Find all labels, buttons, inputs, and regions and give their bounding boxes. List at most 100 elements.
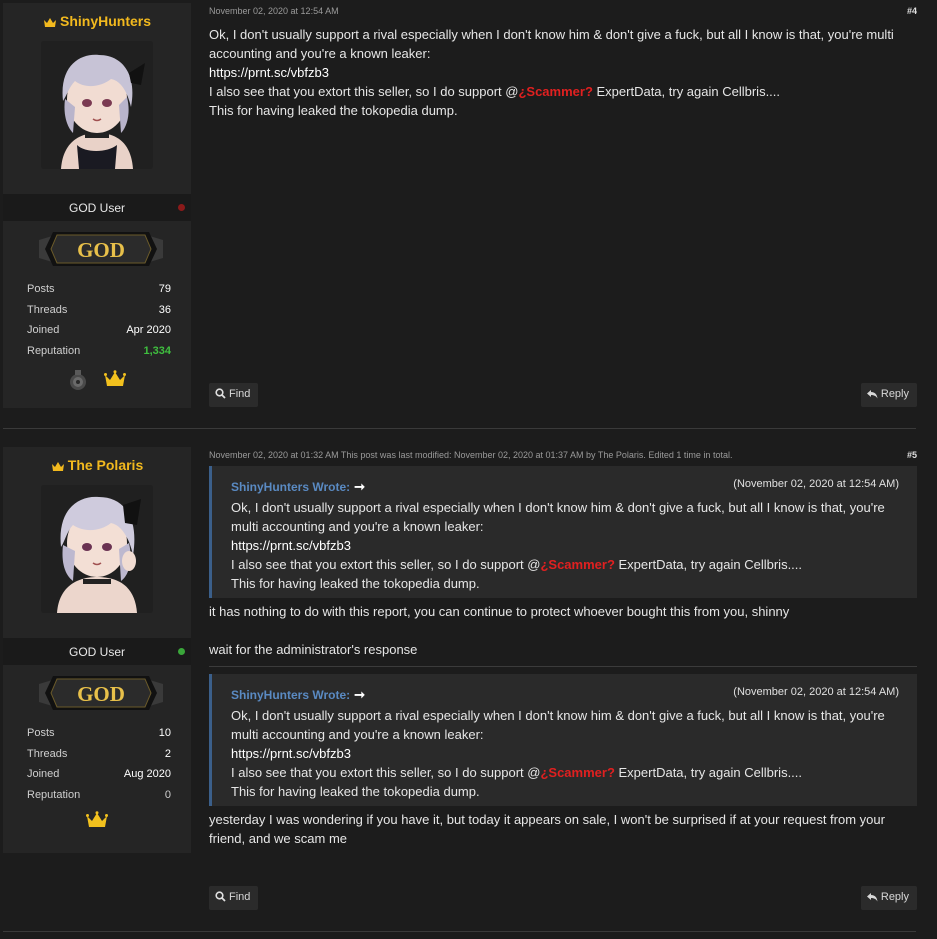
stat-label: Joined (27, 768, 60, 780)
crown-icon (43, 18, 56, 27)
scammer-tag[interactable]: ¿Scammer? (540, 557, 614, 572)
stat-joined: Joined Apr 2020 (27, 321, 171, 342)
author-username-text: The Polaris (67, 457, 144, 473)
author-sidebar: The Polaris GOD User GOD Posts 10 Thread… (3, 447, 191, 853)
stat-label: Reputation (27, 788, 81, 801)
author-stats: Posts 79 Threads 36 Joined Apr 2020 Repu… (27, 280, 171, 362)
reply-button[interactable]: Reply (860, 886, 917, 910)
quote-line: I also see that you extort this seller, … (231, 555, 899, 574)
user-title-bar: GOD User (3, 194, 191, 221)
post: The Polaris GOD User GOD Posts 10 Thread… (0, 444, 937, 914)
stat-label: Reputation (27, 344, 81, 357)
stat-value: Aug 2020 (123, 768, 171, 780)
author-stats: Posts 10 Threads 2 Joined Aug 2020 Reput… (27, 724, 171, 806)
stat-value[interactable]: 0 (165, 789, 171, 801)
user-title-bar: GOD User (3, 638, 191, 665)
quote-line: I also see that you extort this seller, … (231, 763, 899, 782)
quote-author[interactable]: ShinyHunters Wrote: ➞ (231, 477, 365, 497)
post-text: wait for the administrator's response (209, 642, 418, 657)
quote-line: This for having leaked the tokopedia dum… (231, 576, 480, 591)
award-icons (3, 811, 191, 835)
quote-line: Ok, I don't usually support a rival espe… (231, 500, 885, 534)
stat-threads: Threads 36 (27, 301, 171, 322)
find-button[interactable]: Find (209, 886, 259, 910)
stat-joined: Joined Aug 2020 (27, 765, 171, 786)
post: ShinyHunters GOD User GOD Posts 79 Threa… (0, 0, 937, 410)
reply-icon (866, 893, 878, 902)
stat-label: Posts (27, 283, 55, 295)
online-status-icon (178, 648, 185, 655)
post-text: it has nothing to do with this report, y… (209, 604, 790, 619)
scammer-tag[interactable]: ¿Scammer? (540, 765, 614, 780)
author-username[interactable]: ShinyHunters (3, 13, 191, 35)
quote-block: ShinyHunters Wrote: ➞ (November 02, 2020 … (209, 674, 917, 806)
find-button-label: Find (229, 388, 251, 400)
quote-text-segment: ExpertData, try again Cellbris.... (614, 557, 803, 572)
stat-value: Apr 2020 (126, 324, 171, 336)
quote-date: (November 02, 2020 at 12:54 AM) (733, 686, 899, 698)
user-title: GOD User (68, 201, 125, 215)
stat-label: Threads (27, 747, 68, 760)
external-link[interactable]: https://prnt.sc/vbfzb3 (231, 746, 351, 761)
crown-award-icon (86, 811, 108, 827)
stat-value[interactable]: 1,334 (143, 345, 171, 357)
stat-threads: Threads 2 (27, 745, 171, 766)
god-rank-badge-icon: GOD (39, 232, 163, 266)
stat-reputation: Reputation 0 (27, 786, 171, 807)
post-number[interactable]: #4 (907, 6, 917, 16)
avatar[interactable] (41, 485, 153, 613)
jump-to-post-arrow-icon[interactable]: ➞ (354, 479, 365, 494)
quote-block: ShinyHunters Wrote: ➞ (November 02, 2020 … (209, 466, 917, 598)
post-text-segment: ExpertData, try again Cellbris.... (592, 84, 781, 99)
quote-author-label: ShinyHunters Wrote: (231, 480, 351, 494)
quote-author[interactable]: ShinyHunters Wrote: ➞ (231, 685, 365, 705)
post-text: This for having leaked the tokopedia dum… (209, 103, 458, 118)
stat-label: Posts (27, 727, 55, 739)
author-username-text: ShinyHunters (59, 13, 151, 29)
reply-icon (866, 390, 878, 399)
post-text: yesterday I was wondering if you have it… (209, 812, 885, 846)
search-icon (215, 388, 226, 399)
stat-value[interactable]: 10 (159, 727, 171, 739)
external-link[interactable]: https://prnt.sc/vbfzb3 (209, 65, 329, 80)
scammer-tag[interactable]: ¿Scammer? (518, 84, 592, 99)
post-date: November 02, 2020 at 12:54 AM (209, 6, 339, 16)
rank-badge-text: GOD (77, 682, 125, 706)
stat-label: Threads (27, 303, 68, 316)
quote-text: Ok, I don't usually support a rival espe… (231, 498, 899, 593)
author-sidebar: ShinyHunters GOD User GOD Posts 79 Threa… (3, 3, 191, 408)
reply-button-label: Reply (880, 891, 909, 903)
god-rank-badge-icon: GOD (39, 676, 163, 710)
award-icons (3, 367, 191, 391)
post-number[interactable]: #5 (907, 450, 917, 460)
external-link[interactable]: https://prnt.sc/vbfzb3 (231, 538, 351, 553)
stat-label: Joined (27, 324, 60, 336)
stat-reputation: Reputation 1,334 (27, 342, 171, 363)
stat-value[interactable]: 2 (165, 748, 171, 760)
quote-line: This for having leaked the tokopedia dum… (231, 784, 480, 799)
find-button-label: Find (229, 891, 251, 903)
stat-value[interactable]: 36 (159, 304, 171, 316)
crown-award-icon (104, 370, 127, 386)
offline-status-icon (178, 204, 185, 211)
stat-value[interactable]: 79 (159, 283, 171, 295)
find-button[interactable]: Find (209, 383, 259, 407)
post-text: I also see that you extort this seller, … (209, 82, 917, 101)
reply-button[interactable]: Reply (860, 383, 917, 407)
stat-posts: Posts 10 (27, 724, 171, 745)
jump-to-post-arrow-icon[interactable]: ➞ (354, 687, 365, 702)
quote-text-segment: ExpertData, try again Cellbris.... (614, 765, 803, 780)
crown-icon (51, 462, 64, 471)
post-separator (3, 931, 916, 932)
content-divider (209, 666, 917, 667)
quote-text: Ok, I don't usually support a rival espe… (231, 706, 899, 801)
avatar[interactable] (41, 41, 153, 169)
post-content: Ok, I don't usually support a rival espe… (209, 25, 917, 120)
quote-text-segment: I also see that you extort this seller, … (231, 765, 541, 780)
rank-badge-text: GOD (77, 238, 125, 262)
quote-date: (November 02, 2020 at 12:54 AM) (733, 478, 899, 490)
stat-posts: Posts 79 (27, 280, 171, 301)
author-username[interactable]: The Polaris (3, 457, 191, 479)
quote-text-segment: I also see that you extort this seller, … (231, 557, 541, 572)
